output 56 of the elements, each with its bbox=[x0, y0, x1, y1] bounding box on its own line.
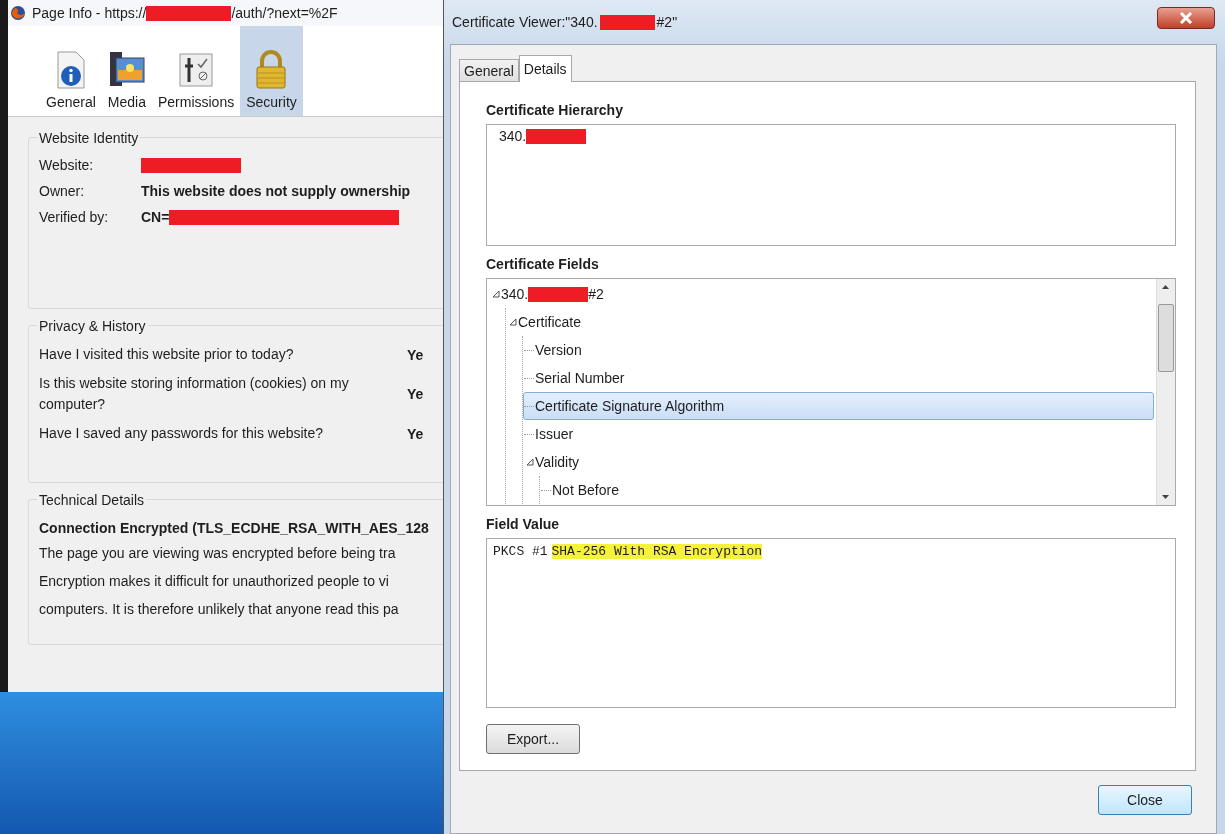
tab[interactable]: Details bbox=[518, 55, 572, 82]
text: Page Info - https:// bbox=[32, 5, 147, 21]
text: #2" bbox=[656, 14, 678, 30]
tab[interactable]: General bbox=[459, 59, 519, 81]
group-heading: Privacy & History bbox=[37, 318, 148, 334]
text: Certificate Viewer:"340. bbox=[452, 14, 598, 30]
toolbar-tab[interactable]: Security bbox=[240, 26, 303, 116]
expand-triangle-icon[interactable] bbox=[526, 458, 534, 466]
toolbar-tab[interactable]: Permissions bbox=[151, 26, 241, 116]
browser-logo-icon bbox=[10, 5, 26, 21]
group-heading: Technical Details bbox=[37, 492, 147, 508]
close-icon[interactable] bbox=[1157, 7, 1215, 29]
question-text: Have I saved any passwords for this website? bbox=[39, 424, 325, 443]
tree-item[interactable]: Validity bbox=[523, 448, 1154, 476]
expand-triangle-icon[interactable] bbox=[509, 318, 517, 326]
tree-item[interactable]: Certificate Signature Algorithm bbox=[523, 392, 1154, 420]
slider-check-icon bbox=[177, 50, 216, 90]
description-text: Encryption makes it difficult for unauthorized people to vi bbox=[39, 572, 390, 591]
tree-item[interactable]: Certificate bbox=[506, 308, 1154, 336]
toolbar-tab[interactable]: Media bbox=[101, 26, 152, 116]
highlighted-text: SHA-256 With RSA Encryption bbox=[551, 544, 763, 559]
redaction-block bbox=[599, 14, 655, 30]
close-button[interactable]: Close bbox=[1098, 785, 1192, 815]
toolbar-tab[interactable]: General bbox=[40, 26, 102, 116]
text: #2 bbox=[588, 286, 604, 302]
connection-headline: Connection Encrypted (TLS_ECDHE_RSA_WITH_AES_128 bbox=[39, 519, 430, 538]
redaction-block bbox=[526, 128, 587, 144]
text: 340. bbox=[499, 128, 527, 144]
text: /auth/?next=%2F bbox=[231, 5, 338, 21]
export-button[interactable]: Export... bbox=[486, 724, 580, 754]
field-label: Verified by: bbox=[39, 209, 110, 225]
text: CN= bbox=[141, 209, 170, 225]
section-heading: Certificate Fields bbox=[486, 256, 600, 272]
group-heading: Website Identity bbox=[37, 130, 141, 146]
question-text: Is this website storing information (cookies) on my computer? bbox=[39, 374, 350, 414]
redaction-block bbox=[528, 286, 589, 302]
tree-item[interactable]: Version bbox=[523, 336, 1154, 364]
scrollbar[interactable] bbox=[1156, 279, 1175, 505]
tree-item[interactable]: Issuer bbox=[523, 420, 1154, 448]
section-heading: Field Value bbox=[486, 516, 561, 532]
section-heading: Certificate Hierarchy bbox=[486, 102, 624, 118]
expand-triangle-icon[interactable] bbox=[492, 290, 500, 298]
field-label: Website: bbox=[39, 157, 95, 173]
description-text: computers. It is therefore unlikely that anyone read this pa bbox=[39, 600, 400, 619]
tree-item[interactable]: Serial Number bbox=[523, 364, 1154, 392]
description-text: The page you are viewing was encrypted before being tra bbox=[39, 544, 397, 563]
text: 340. bbox=[501, 286, 529, 302]
question-text: Have I visited this website prior to today? bbox=[39, 345, 295, 364]
text: This website does not supply ownership bbox=[141, 183, 411, 199]
tree-item[interactable]: 340. #2 bbox=[489, 280, 1154, 308]
value-text: PKCS #1 bbox=[493, 544, 548, 559]
answer-text: Ye bbox=[407, 386, 424, 402]
field-label: Owner: bbox=[39, 183, 86, 199]
answer-text: Ye bbox=[407, 346, 424, 363]
tree-item[interactable]: Not Before bbox=[540, 476, 1154, 504]
answer-text: Ye bbox=[407, 425, 424, 442]
